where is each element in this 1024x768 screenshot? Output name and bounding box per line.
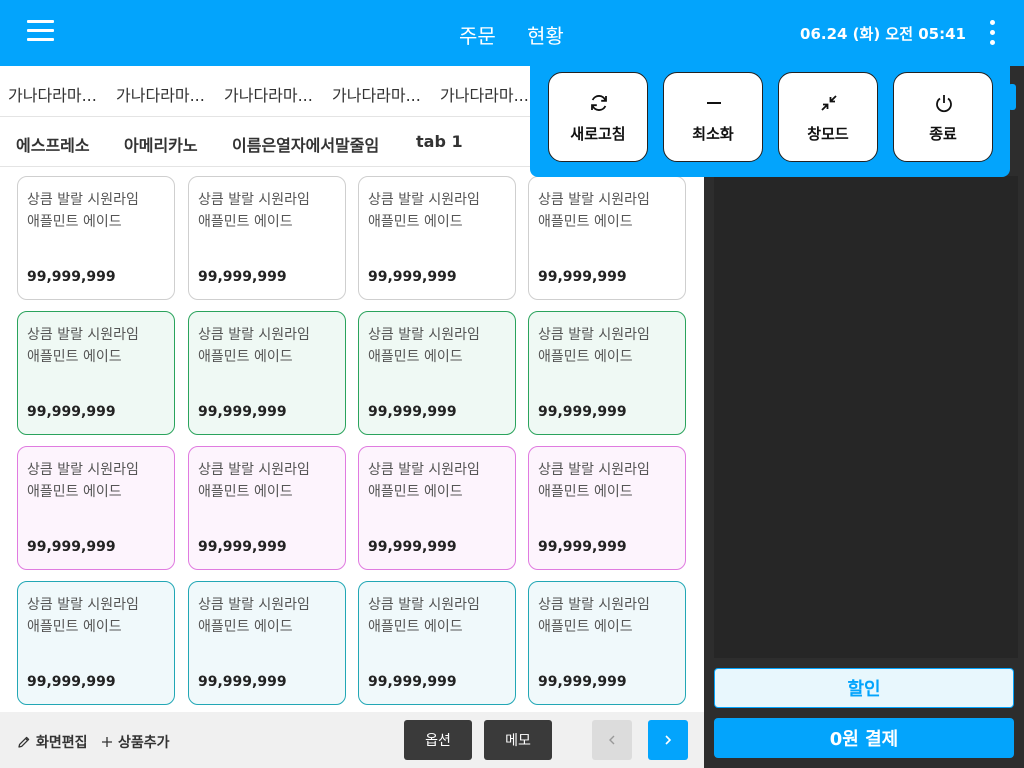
product-price: 99,999,999 [27, 269, 116, 285]
product-price: 99,999,999 [368, 674, 457, 690]
product-card[interactable]: 상큼 발랄 시원라임 애플민트 에이드 99,999,999 [528, 581, 686, 705]
window-mode-label: 창모드 [807, 125, 849, 143]
product-price: 99,999,999 [27, 674, 116, 690]
minimize-button[interactable]: 최소화 [663, 72, 763, 162]
pay-button[interactable]: 0원 결제 [714, 718, 1014, 758]
product-name: 상큼 발랄 시원라임 애플민트 에이드 [198, 327, 310, 365]
plus-icon [102, 737, 112, 747]
minimize-label: 최소화 [692, 125, 734, 143]
product-price: 99,999,999 [368, 404, 457, 420]
category-tab[interactable]: 가나다라마... [332, 82, 421, 106]
product-price: 99,999,999 [368, 539, 457, 555]
next-page-button[interactable] [648, 720, 688, 760]
product-name: 상큼 발랄 시원라임 애플민트 에이드 [368, 192, 480, 230]
product-price: 99,999,999 [198, 404, 287, 420]
prev-page-button[interactable] [592, 720, 632, 760]
product-card[interactable]: 상큼 발랄 시원라임 애플민트 에이드 99,999,999 [17, 446, 175, 570]
product-price: 99,999,999 [538, 404, 627, 420]
product-price: 99,999,999 [198, 674, 287, 690]
option-button[interactable]: 옵션 [404, 720, 472, 760]
window-control-popup: 새로고침 최소화 창모드 종료 [530, 62, 1010, 177]
product-name: 상큼 발랄 시원라임 애플민트 에이드 [198, 192, 310, 230]
product-card[interactable]: 상큼 발랄 시원라임 애플민트 에이드 99,999,999 [358, 176, 516, 300]
refresh-label: 새로고침 [570, 125, 626, 143]
product-price: 99,999,999 [27, 539, 116, 555]
product-card[interactable]: 상큼 발랄 시원라임 애플민트 에이드 99,999,999 [188, 311, 346, 435]
power-icon [936, 95, 952, 113]
product-card[interactable]: 상큼 발랄 시원라임 애플민트 에이드 99,999,999 [358, 311, 516, 435]
product-card[interactable]: 상큼 발랄 시원라임 애플민트 에이드 99,999,999 [528, 311, 686, 435]
pencil-icon [18, 736, 30, 748]
product-card[interactable]: 상큼 발랄 시원라임 애플민트 에이드 99,999,999 [188, 176, 346, 300]
product-price: 99,999,999 [538, 269, 627, 285]
subcategory-tab-long-name[interactable]: 이름은열자에서말줄임 [232, 132, 379, 156]
product-name: 상큼 발랄 시원라임 애플민트 에이드 [27, 327, 139, 365]
datetime-display: 06.24 (화) 오전 05:41 [800, 25, 966, 43]
refresh-icon [591, 95, 607, 111]
product-price: 99,999,999 [538, 674, 627, 690]
category-tab[interactable]: 가나다라마... [224, 82, 313, 106]
tab-status[interactable]: 현황 [527, 20, 564, 49]
product-price: 99,999,999 [198, 539, 287, 555]
product-card[interactable]: 상큼 발랄 시원라임 애플민트 에이드 99,999,999 [17, 176, 175, 300]
subcategory-tab-americano[interactable]: 아메리카노 [124, 132, 198, 156]
add-product-button[interactable]: 상품추가 [100, 732, 170, 752]
compress-icon [821, 95, 837, 111]
more-vert-icon[interactable] [985, 20, 1001, 46]
product-card[interactable]: 상큼 발랄 시원라임 애플민트 에이드 99,999,999 [528, 446, 686, 570]
tab-order[interactable]: 주문 [459, 20, 496, 49]
memo-button[interactable]: 메모 [484, 720, 552, 760]
edit-screen-button[interactable]: 화면편집 [16, 732, 88, 752]
product-name: 상큼 발랄 시원라임 애플민트 에이드 [538, 462, 650, 500]
exit-button[interactable]: 종료 [893, 72, 993, 162]
subcategory-tab-1[interactable]: tab 1 [416, 132, 463, 151]
add-product-label: 상품추가 [118, 735, 170, 751]
product-name: 상큼 발랄 시원라임 애플민트 에이드 [27, 462, 139, 500]
subcategory-tab-espresso[interactable]: 에스프레소 [16, 132, 90, 156]
product-card[interactable]: 상큼 발랄 시원라임 애플민트 에이드 99,999,999 [528, 176, 686, 300]
product-name: 상큼 발랄 시원라임 애플민트 에이드 [538, 192, 650, 230]
minus-icon [707, 102, 721, 104]
category-tab[interactable]: 가나다라마... [116, 82, 205, 106]
product-name: 상큼 발랄 시원라임 애플민트 에이드 [538, 327, 650, 365]
edit-screen-label: 화면편집 [36, 735, 88, 751]
category-tab[interactable]: 가나다라마... [8, 82, 97, 106]
product-card[interactable]: 상큼 발랄 시원라임 애플민트 에이드 99,999,999 [188, 581, 346, 705]
product-name: 상큼 발랄 시원라임 애플민트 에이드 [368, 462, 480, 500]
product-name: 상큼 발랄 시원라임 애플민트 에이드 [198, 462, 310, 500]
product-price: 99,999,999 [538, 539, 627, 555]
product-card[interactable]: 상큼 발랄 시원라임 애플민트 에이드 99,999,999 [358, 446, 516, 570]
product-name: 상큼 발랄 시원라임 애플민트 에이드 [368, 597, 480, 635]
category-tab[interactable]: 가나다라마... [440, 82, 529, 106]
product-name: 상큼 발랄 시원라임 애플민트 에이드 [368, 327, 480, 365]
chevron-left-icon [609, 735, 615, 745]
bottom-toolbar: 화면편집 상품추가 옵션 메모 [0, 712, 704, 768]
product-name: 상큼 발랄 시원라임 애플민트 에이드 [27, 192, 139, 230]
exit-label: 종료 [929, 125, 957, 143]
product-price: 99,999,999 [27, 404, 116, 420]
product-card[interactable]: 상큼 발랄 시원라임 애플민트 에이드 99,999,999 [17, 311, 175, 435]
product-name: 상큼 발랄 시원라임 애플민트 에이드 [27, 597, 139, 635]
app-header: 주문 현황 06.24 (화) 오전 05:41 [0, 0, 1024, 66]
product-grid: 상큼 발랄 시원라임 애플민트 에이드 99,999,999 상큼 발랄 시원라임… [0, 167, 704, 712]
menu-icon[interactable] [27, 20, 55, 42]
window-mode-button[interactable]: 창모드 [778, 72, 878, 162]
product-name: 상큼 발랄 시원라임 애플민트 에이드 [538, 597, 650, 635]
chevron-right-icon [665, 735, 672, 745]
order-list-area [714, 176, 1018, 658]
product-card[interactable]: 상큼 발랄 시원라임 애플민트 에이드 99,999,999 [17, 581, 175, 705]
refresh-button[interactable]: 새로고침 [548, 72, 648, 162]
discount-button[interactable]: 할인 [714, 668, 1014, 708]
product-name: 상큼 발랄 시원라임 애플민트 에이드 [198, 597, 310, 635]
product-card[interactable]: 상큼 발랄 시원라임 애플민트 에이드 99,999,999 [188, 446, 346, 570]
product-price: 99,999,999 [198, 269, 287, 285]
product-card[interactable]: 상큼 발랄 시원라임 애플민트 에이드 99,999,999 [358, 581, 516, 705]
product-price: 99,999,999 [368, 269, 457, 285]
